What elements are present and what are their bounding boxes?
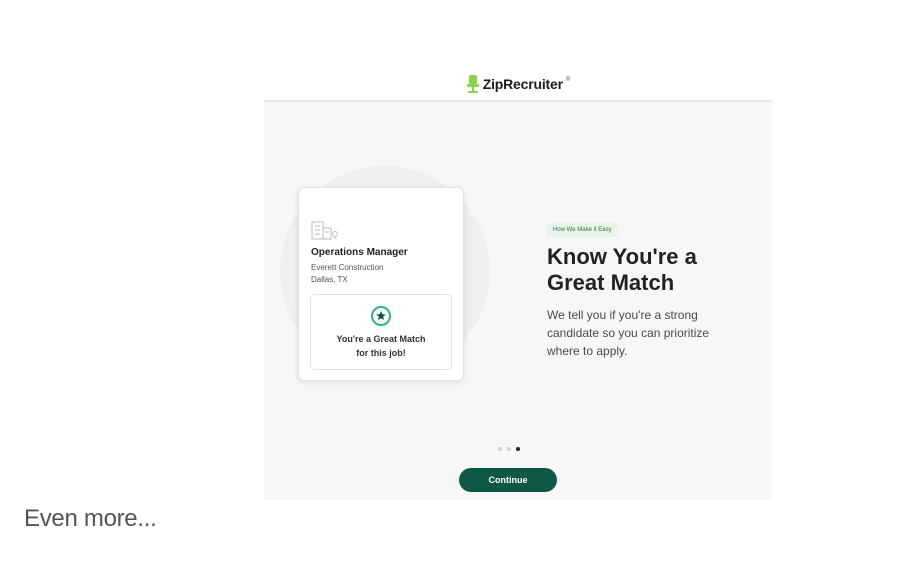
company-name: Everett Construction <box>311 263 384 272</box>
match-text: You're a Great Match for this job! <box>336 334 426 358</box>
caption-text: Even more... <box>24 505 157 532</box>
registered-mark: ® <box>565 77 571 83</box>
job-title: Operations Manager <box>311 247 408 258</box>
building-icon <box>311 221 338 240</box>
continue-button[interactable]: Continue <box>459 468 557 492</box>
headline: Know You're a Great Match <box>547 244 697 295</box>
onboarding-panel: Operations Manager Everett Construction … <box>264 102 772 500</box>
carousel-dot-2[interactable] <box>507 447 511 451</box>
carousel-dot-1[interactable] <box>498 447 502 451</box>
section-tag: How We Make it Easy <box>547 223 618 237</box>
star-badge-icon <box>371 306 391 326</box>
job-location: Dallas, TX <box>311 275 348 284</box>
header-bar: ZipRecruiter ® <box>264 68 772 102</box>
description: We tell you if you're a strong candidate… <box>547 308 710 358</box>
carousel-dots <box>498 447 520 451</box>
chair-icon <box>466 75 479 93</box>
logo-text: ZipRecruiter <box>482 76 563 92</box>
match-box: You're a Great Match for this job! <box>310 294 452 370</box>
job-card: Operations Manager Everett Construction … <box>298 187 464 381</box>
ziprecruiter-logo[interactable]: ZipRecruiter ® <box>466 74 570 94</box>
carousel-dot-3[interactable] <box>516 447 520 451</box>
